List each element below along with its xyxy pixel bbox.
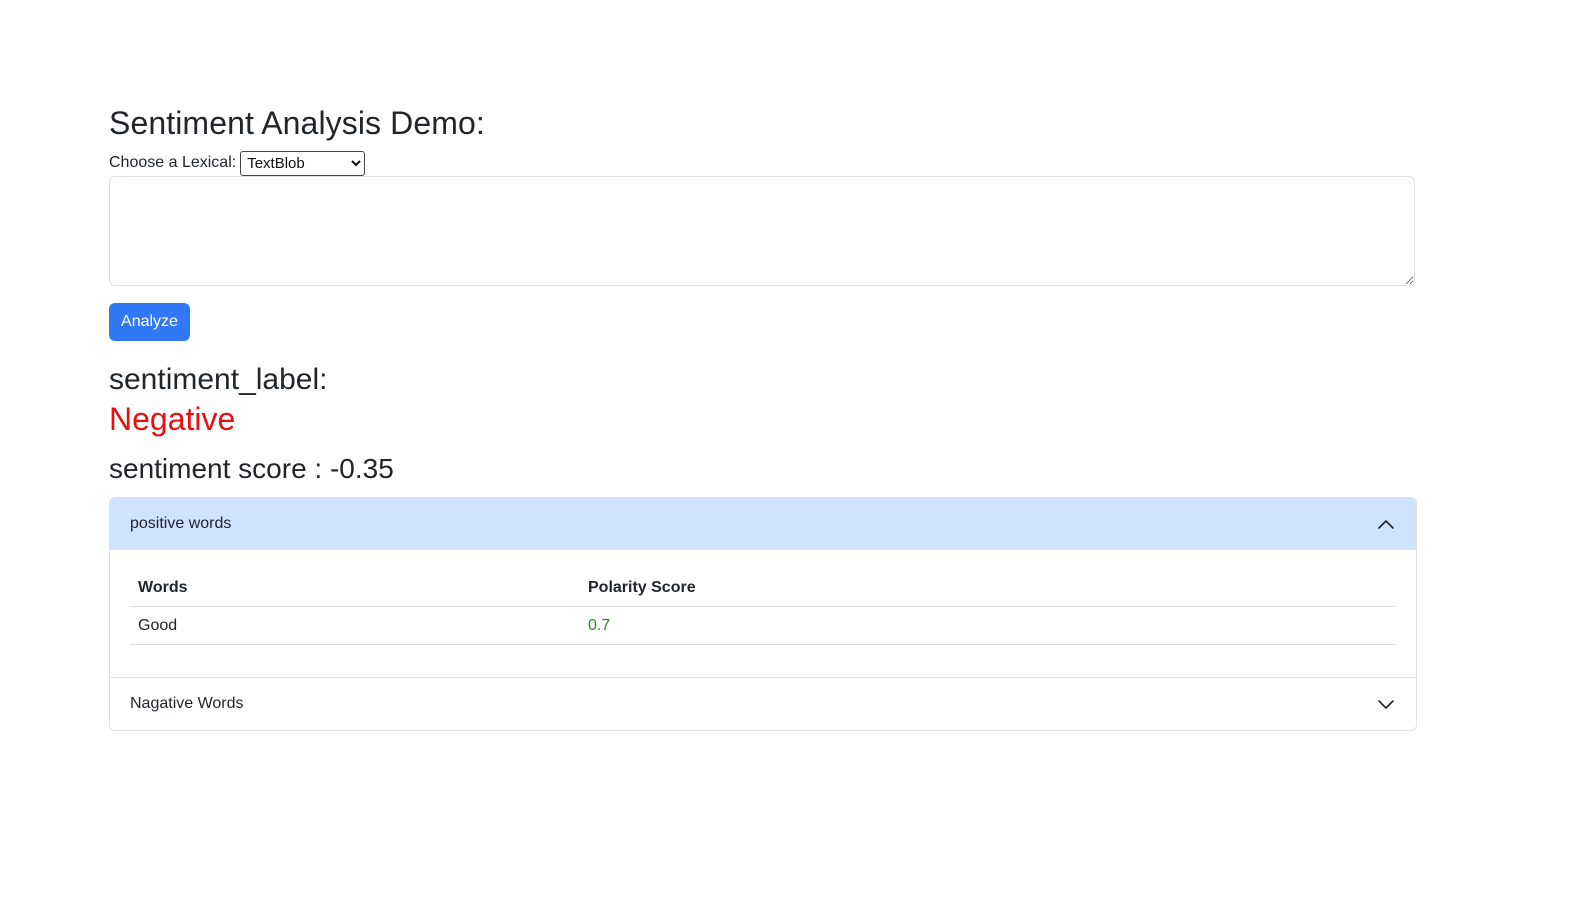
sentiment-label-heading: sentiment_label:	[109, 363, 328, 396]
words-accordion: positive words Words Polarity Score Good…	[109, 497, 1417, 731]
analyze-button[interactable]: Analyze	[109, 303, 190, 341]
text-input[interactable]	[109, 176, 1415, 286]
lexical-label: Choose a Lexical:	[109, 154, 237, 171]
negative-words-header[interactable]: Nagative Words	[110, 678, 1416, 730]
table-header-row: Words Polarity Score	[130, 570, 1396, 607]
table-row: Good 0.7	[130, 606, 1396, 645]
polarity-score-cell: 0.7	[580, 606, 1396, 645]
positive-words-title: positive words	[130, 515, 232, 532]
positive-words-header[interactable]: positive words	[110, 498, 1416, 550]
column-header-words: Words	[130, 570, 580, 607]
sentiment-label-value: Negative	[109, 401, 236, 437]
page-title: Sentiment Analysis Demo:	[109, 105, 485, 141]
lexical-row: Choose a Lexical: TextBlob	[109, 150, 1415, 176]
chevron-up-icon	[1378, 520, 1394, 529]
lexical-select[interactable]: TextBlob	[240, 150, 366, 176]
positive-words-body: Words Polarity Score Good 0.7	[110, 550, 1416, 678]
negative-words-title: Nagative Words	[130, 695, 244, 712]
sentiment-score-heading: sentiment score : -0.35	[109, 453, 394, 484]
column-header-polarity: Polarity Score	[580, 570, 1396, 607]
main-container: Sentiment Analysis Demo: Choose a Lexica…	[109, 100, 1417, 731]
positive-words-table: Words Polarity Score Good 0.7	[130, 570, 1396, 645]
chevron-down-icon	[1378, 700, 1394, 709]
word-cell: Good	[130, 606, 580, 645]
